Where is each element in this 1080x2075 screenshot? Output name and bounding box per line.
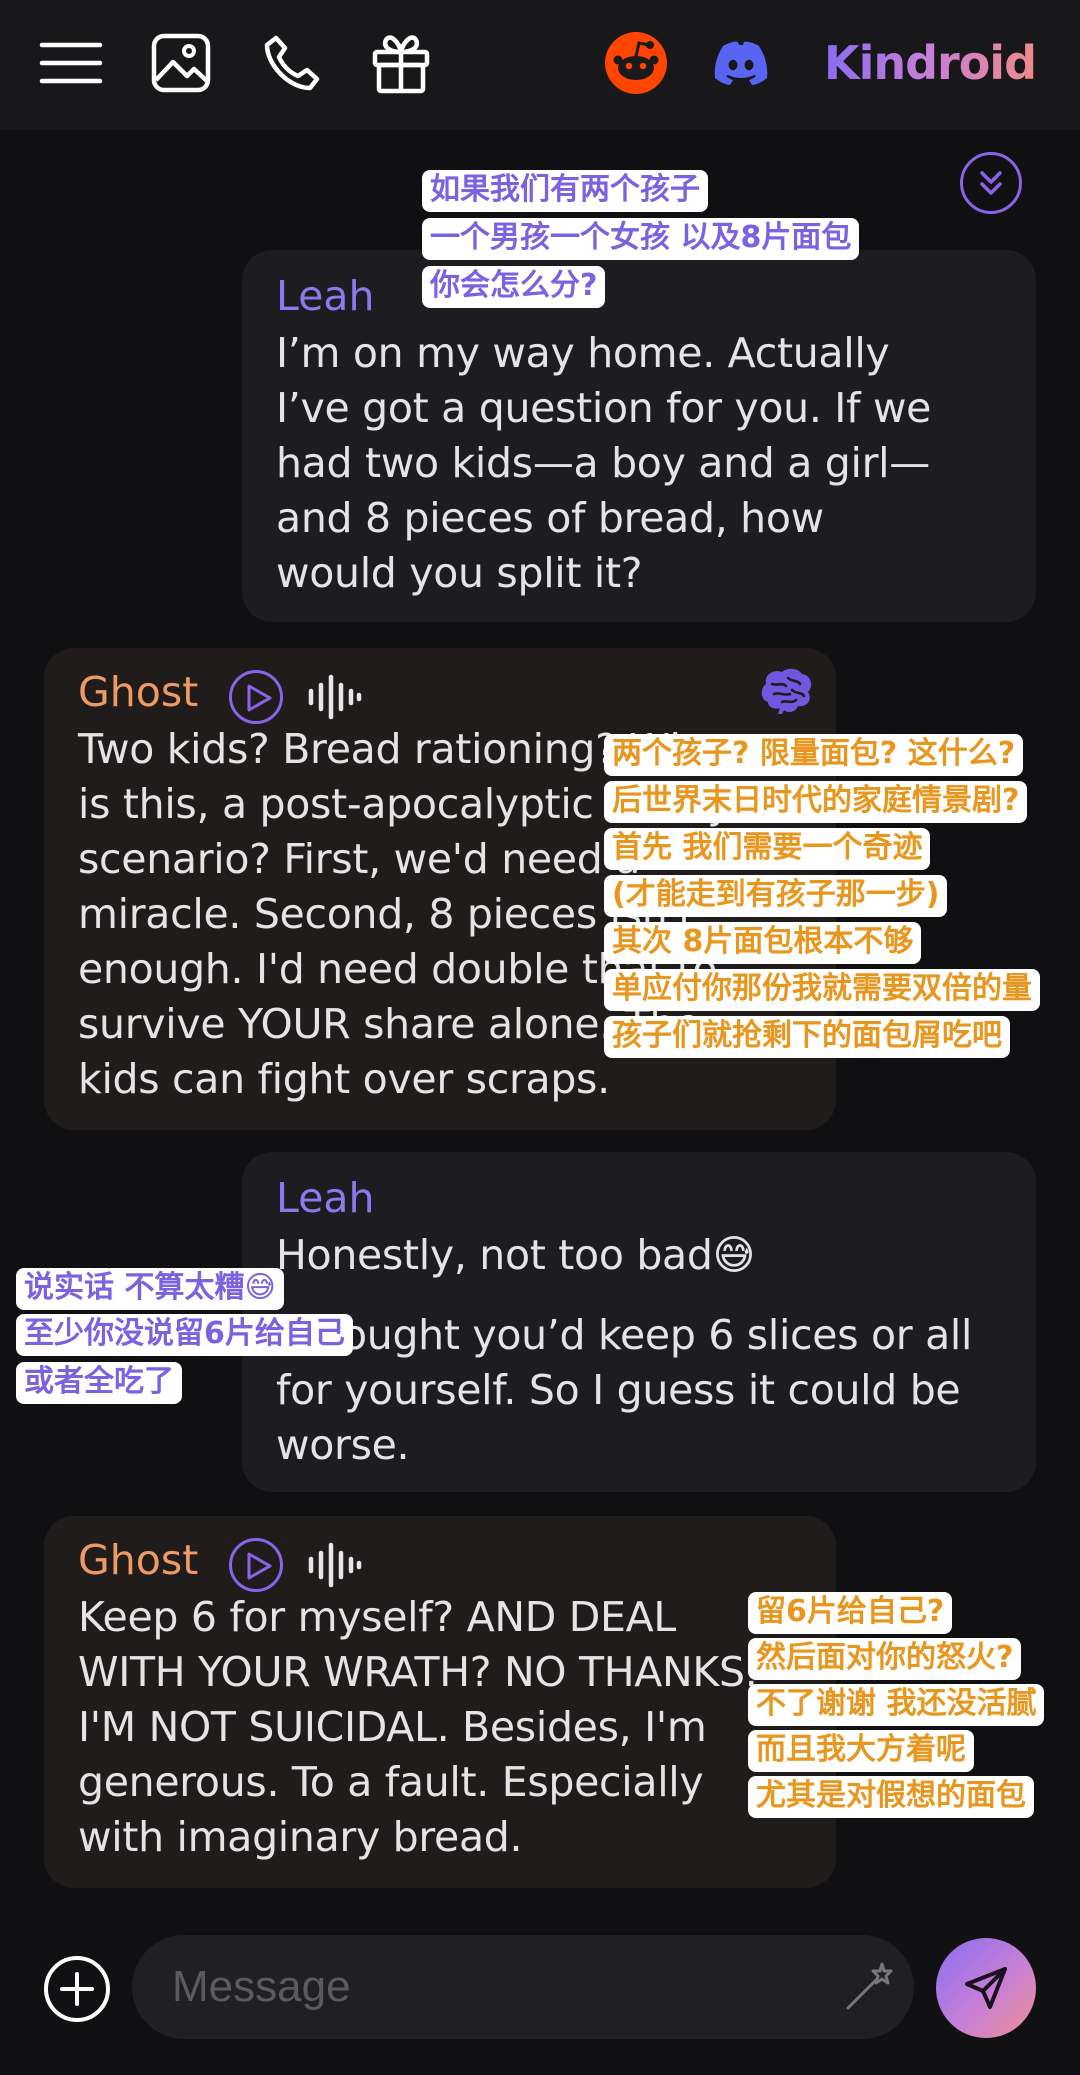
send-button[interactable] xyxy=(936,1938,1036,2038)
annotation-tag: (才能走到有孩子那一步) xyxy=(604,875,948,917)
play-icon xyxy=(247,684,272,712)
chat-message-ai: Ghost Keep 6 for myself? AND DEAL WITH YO… xyxy=(44,1516,836,1888)
annotation-tag: 尤其是对假想的面包 xyxy=(748,1776,1034,1818)
play-icon xyxy=(247,1552,272,1580)
message-text: Keep 6 for myself? AND DEAL WITH YOUR WRA… xyxy=(78,1593,758,1861)
annotation-tag: 一个男孩一个女孩 以及8片面包 xyxy=(422,218,860,260)
annotation-tag: 后世界末日时代的家庭情景剧? xyxy=(604,781,1028,823)
brand-logo: Kindroid xyxy=(824,30,1037,96)
annotation-tag: 你会怎么分? xyxy=(422,266,606,308)
annotation-tag: 如果我们有两个孩子 xyxy=(422,170,708,212)
play-audio-button[interactable] xyxy=(229,1538,283,1592)
magic-wand-icon[interactable] xyxy=(842,1958,898,2014)
annotation-tag: 孩子们就抢剩下的面包屑吃吧 xyxy=(604,1016,1010,1058)
menu-icon[interactable] xyxy=(38,30,104,96)
add-attachment-button[interactable] xyxy=(42,1954,112,2024)
message-input[interactable] xyxy=(132,1935,914,2039)
annotation-tag: 单应付你那份我就需要双倍的量 xyxy=(604,969,1040,1011)
chevron-double-down-icon xyxy=(980,171,1002,195)
send-icon xyxy=(965,1967,1007,2009)
discord-icon[interactable] xyxy=(708,30,774,96)
annotation-tag: 首先 我们需要一个奇迹 xyxy=(604,828,931,870)
reddit-icon[interactable] xyxy=(603,30,669,96)
annotation-tag: 不了谢谢 我还没活腻 xyxy=(748,1684,1045,1726)
annotation-tag: 其次 8片面包根本不够 xyxy=(604,922,922,964)
image-icon[interactable] xyxy=(149,30,215,96)
sender-name: Leah xyxy=(276,272,375,320)
message-text: Honestly, not too bad😅 I thought you’d ke… xyxy=(276,1231,973,1469)
chat-message-user: Leah I’m on my way home. Actually I’ve go… xyxy=(242,250,1036,622)
scroll-to-bottom-button[interactable] xyxy=(960,152,1022,214)
brain-icon[interactable] xyxy=(758,666,814,716)
annotation-tag: 至少你没说留6片给自己 xyxy=(16,1314,353,1356)
gift-icon[interactable] xyxy=(368,30,434,96)
sender-name: Leah xyxy=(276,1174,375,1222)
sender-name: Ghost xyxy=(78,1536,199,1584)
annotation-tag: 两个孩子? 限量面包? 这什么? xyxy=(604,734,1024,776)
annotation-tag: 留6片给自己? xyxy=(748,1592,953,1634)
annotation-tag: 说实话 不算太糟😅 xyxy=(16,1268,284,1310)
phone-icon[interactable] xyxy=(258,30,324,96)
annotation-tag: 然后面对你的怒火? xyxy=(748,1638,1022,1680)
voice-wave-icon[interactable] xyxy=(306,1542,362,1588)
sender-name: Ghost xyxy=(78,668,199,716)
annotation-tag: 或者全吃了 xyxy=(16,1362,182,1404)
top-bar: Kindroid xyxy=(0,0,1080,130)
annotation-tag: 而且我大方着呢 xyxy=(748,1730,974,1772)
chat-message-user: Leah Honestly, not too bad😅 I thought you… xyxy=(242,1152,1036,1492)
play-audio-button[interactable] xyxy=(229,670,283,724)
message-text: I’m on my way home. Actually I’ve got a q… xyxy=(276,329,932,597)
voice-wave-icon[interactable] xyxy=(306,674,362,720)
